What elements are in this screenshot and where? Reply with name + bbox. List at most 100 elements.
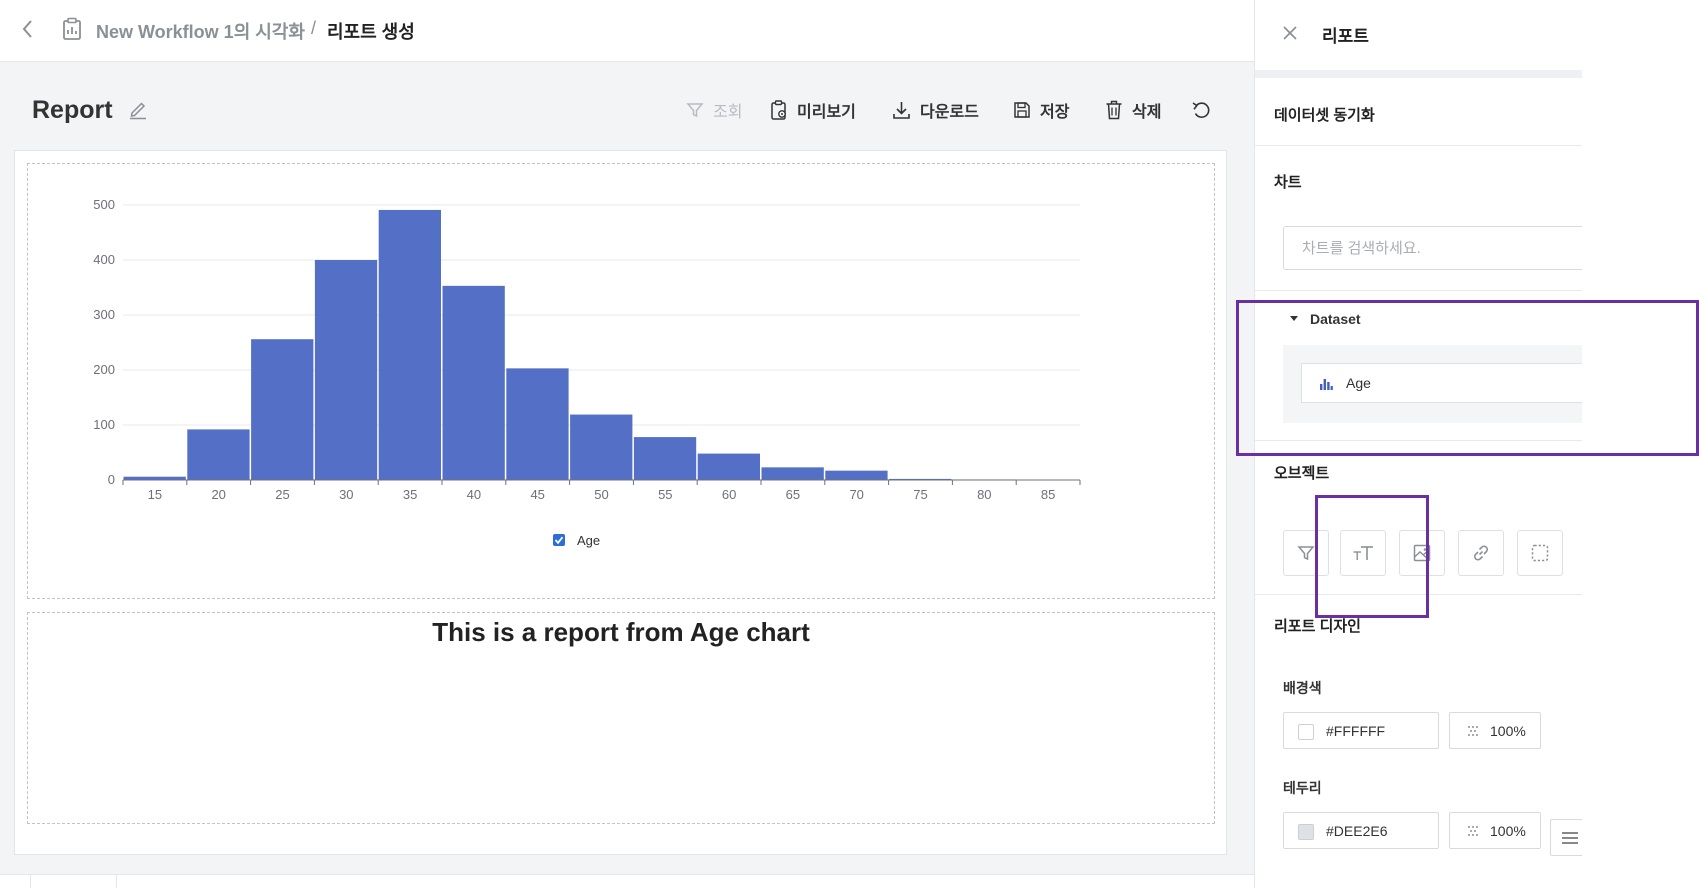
- x-tick-label: 25: [275, 487, 289, 502]
- x-tick-label: 65: [786, 487, 800, 502]
- border-swatch[interactable]: [1298, 824, 1314, 840]
- undo-button[interactable]: [1191, 98, 1220, 122]
- text-object-content: This is a report from Age chart: [432, 617, 810, 647]
- x-tick-label: 35: [403, 487, 417, 502]
- x-tick-label: 45: [530, 487, 544, 502]
- histogram-bar: [697, 453, 760, 480]
- text-object[interactable]: This is a report from Age chart: [27, 612, 1215, 824]
- save-icon: [1014, 102, 1030, 118]
- save-button[interactable]: 저장: [1013, 98, 1069, 122]
- x-tick-label: 15: [148, 487, 162, 502]
- border-opacity-field[interactable]: 100%: [1449, 812, 1541, 849]
- chart-search-input[interactable]: [1283, 226, 1583, 270]
- caret-down-icon[interactable]: [1287, 311, 1301, 325]
- histogram-bar: [825, 470, 888, 480]
- x-tick-label: 80: [977, 487, 991, 502]
- chart-section-title: 차트: [1274, 174, 1302, 191]
- delete-button[interactable]: 삭제: [1105, 98, 1161, 122]
- panel-title: 리포트: [1322, 27, 1369, 46]
- image-icon: [1413, 544, 1431, 562]
- download-icon: [893, 102, 910, 119]
- background-color-value: #FFFFFF: [1326, 723, 1386, 739]
- report-editor: Report 조회 미리보기 다운로드 저장 삭제 0 100 200 300 …: [0, 62, 1254, 888]
- edit-title-icon[interactable]: [127, 98, 149, 120]
- add-box-object-button[interactable]: [1517, 530, 1563, 576]
- y-tick-label: 0: [108, 472, 115, 487]
- x-tick-label: 70: [849, 487, 863, 502]
- legend-label: Age: [577, 533, 600, 548]
- design-section-title: 리포트 디자인: [1274, 618, 1361, 635]
- background-color-label: 배경색: [1283, 680, 1322, 696]
- x-tick-label: 50: [594, 487, 608, 502]
- add-link-object-button[interactable]: [1458, 530, 1504, 576]
- filter-icon: [1297, 546, 1315, 561]
- legend-checkbox: [553, 534, 565, 546]
- x-tick-label: 40: [467, 487, 481, 502]
- border-color-value: #DEE2E6: [1326, 823, 1388, 839]
- undo-icon: [1192, 102, 1210, 118]
- filter-button[interactable]: 조회: [686, 98, 742, 122]
- download-label: 다운로드: [920, 104, 979, 121]
- add-filter-object-button[interactable]: [1283, 530, 1329, 576]
- breadcrumb-separator: /: [311, 18, 317, 38]
- text-icon: [1353, 546, 1373, 560]
- bottom-bar: [0, 874, 1254, 888]
- filter-label: 조회: [713, 104, 743, 121]
- breadcrumb-current: 리포트 생성: [327, 22, 415, 42]
- histogram-bar: [378, 209, 441, 480]
- back-arrow-icon[interactable]: [18, 18, 38, 40]
- y-tick-label: 300: [93, 307, 115, 322]
- report-settings-panel: 리포트 데이터셋 동기화 차트 Dataset Age 오브젝트: [1254, 0, 1583, 888]
- panel-header-strip: [1255, 70, 1583, 78]
- delete-label: 삭제: [1132, 104, 1162, 121]
- save-label: 저장: [1040, 104, 1070, 121]
- close-icon[interactable]: [1281, 24, 1299, 42]
- dataset-group-label[interactable]: Dataset: [1310, 311, 1361, 327]
- border-opacity-value: 100%: [1490, 823, 1526, 839]
- download-button[interactable]: 다운로드: [892, 98, 979, 122]
- preview-label: 미리보기: [797, 104, 856, 121]
- histogram-bar: [187, 429, 250, 480]
- border-style-button[interactable]: [1550, 819, 1583, 856]
- border-color-field[interactable]: #DEE2E6: [1283, 812, 1439, 849]
- breadcrumb-parent[interactable]: New Workflow 1의 시각화: [96, 18, 305, 44]
- preview-icon: [771, 100, 786, 120]
- x-tick-label: 75: [913, 487, 927, 502]
- filter-icon: [686, 103, 704, 118]
- age-histogram-chart: 0 100 200 300 400 500 15 20 25 30 35 40 45 50 55 60 65 70…: [93, 197, 1081, 548]
- line-style-icon: [1562, 832, 1578, 844]
- border-color-label: 테두리: [1283, 780, 1322, 796]
- x-tick-label: 55: [658, 487, 672, 502]
- histogram-bar: [570, 414, 633, 480]
- add-text-object-button[interactable]: [1340, 530, 1386, 576]
- chart-object[interactable]: 0 100 200 300 400 500 15 20 25 30 35 40 45 50 55 60 65 70…: [27, 163, 1215, 599]
- dashed-box-icon: [1531, 544, 1549, 562]
- link-icon: [1474, 545, 1488, 561]
- opacity-icon: [1468, 826, 1478, 836]
- y-tick-label: 400: [93, 252, 115, 267]
- preview-button[interactable]: 미리보기: [770, 98, 856, 122]
- y-tick-label: 200: [93, 362, 115, 377]
- x-tick-label: 30: [339, 487, 353, 502]
- dataset-item-label: Age: [1346, 375, 1371, 391]
- dataset-sync-button[interactable]: 데이터셋 동기화: [1274, 104, 1375, 125]
- objects-section-title: 오브젝트: [1274, 465, 1330, 482]
- bar-chart-icon: [1320, 379, 1333, 390]
- background-swatch[interactable]: [1298, 724, 1314, 740]
- dataset-item-age[interactable]: Age: [1301, 363, 1583, 403]
- histogram-bar: [314, 260, 378, 480]
- histogram-bar: [251, 339, 314, 480]
- y-tick-label: 500: [93, 197, 115, 212]
- add-image-object-button[interactable]: [1399, 530, 1445, 576]
- histogram-bar: [506, 368, 569, 480]
- panel-header: 리포트: [1255, 0, 1583, 70]
- background-color-field[interactable]: #FFFFFF: [1283, 712, 1439, 749]
- trash-icon: [1106, 100, 1122, 120]
- y-tick-label: 100: [93, 417, 115, 432]
- report-doc-icon: [63, 17, 81, 40]
- background-opacity-value: 100%: [1490, 723, 1526, 739]
- opacity-icon: [1468, 726, 1478, 736]
- empty-margin: [1582, 0, 1699, 888]
- report-canvas: 0 100 200 300 400 500 15 20 25 30 35 40 45 50 55 60 65 70…: [14, 150, 1227, 855]
- background-opacity-field[interactable]: 100%: [1449, 712, 1541, 749]
